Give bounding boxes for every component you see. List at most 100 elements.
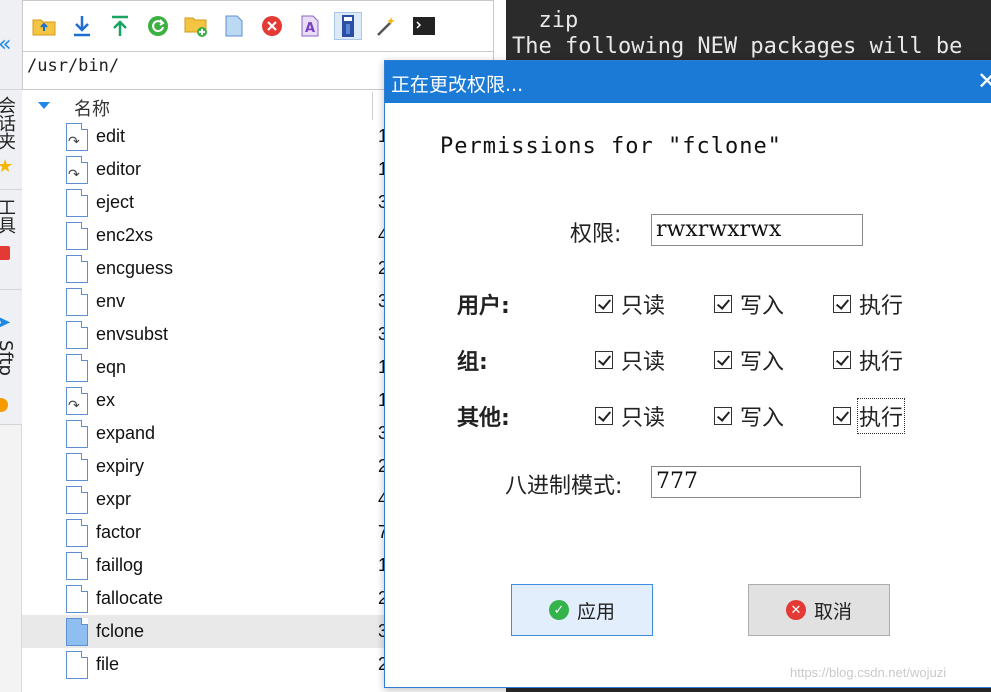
toolbox-icon [0, 246, 10, 260]
rename-icon: A [301, 15, 319, 37]
dialog-title: 正在更改权限... [391, 74, 524, 96]
checkbox-other-write[interactable]: 写入 [714, 401, 784, 431]
checkbox-user-write[interactable]: 写入 [714, 289, 784, 319]
tab-tools[interactable]: 工具 [0, 190, 22, 290]
file-name: expand [96, 423, 156, 443]
checkbox-user-read[interactable]: 只读 [595, 289, 665, 319]
checkbox-checked-icon[interactable] [833, 407, 851, 425]
column-divider[interactable] [372, 92, 373, 120]
magic-wand-button[interactable] [372, 12, 400, 40]
file-icon [66, 222, 88, 250]
checkbox-checked-icon[interactable] [833, 295, 851, 313]
checkbox-label: 只读 [621, 294, 666, 319]
cancel-button-label: 取消 [813, 600, 852, 623]
permission-string-field[interactable]: rwxrwxrwx [651, 214, 863, 246]
file-name: eject [96, 192, 135, 212]
checkbox-other-exec[interactable]: 执行 [833, 398, 906, 434]
new-file-icon [225, 15, 243, 37]
rename-button[interactable]: A [296, 12, 324, 40]
column-header-name[interactable]: 名称 [74, 95, 110, 121]
tab-sftp-label: Sftp [0, 340, 16, 376]
close-icon[interactable]: ✕ [977, 67, 991, 95]
checkbox-label: 写入 [740, 350, 785, 375]
checkbox-label: 执行 [856, 398, 906, 434]
sftp-toolbar: A [22, 0, 494, 52]
check-circle-icon: ✓ [548, 600, 569, 620]
file-name: encguess [96, 258, 174, 278]
file-name: file [96, 654, 120, 674]
file-name: envsubst [96, 324, 169, 344]
apply-button-label: 应用 [576, 600, 615, 623]
checkbox-checked-icon[interactable] [595, 407, 613, 425]
refresh-button[interactable] [144, 12, 172, 40]
file-name: ex [96, 390, 116, 410]
open-terminal-button[interactable] [410, 12, 438, 40]
cancel-button[interactable]: ✕ 取消 [748, 584, 890, 636]
parent-folder-button[interactable] [30, 12, 58, 40]
file-icon [66, 486, 88, 514]
new-folder-icon [184, 17, 207, 37]
symlink-file-icon: ↷ [66, 123, 88, 151]
file-icon [66, 255, 88, 283]
file-icon [66, 585, 88, 613]
apply-button[interactable]: ✓ 应用 [511, 584, 653, 636]
octal-mode-field[interactable]: 777 [651, 466, 861, 498]
upload-button[interactable] [106, 12, 134, 40]
sort-arrow-icon[interactable] [38, 102, 50, 109]
new-folder-button[interactable] [182, 12, 210, 40]
permissions-dialog: 正在更改权限... ✕ Permissions for "fclone" 权限:… [384, 60, 991, 688]
terminal-line: The following NEW packages will be [512, 34, 963, 59]
file-name: expiry [96, 456, 145, 476]
checkbox-group-exec[interactable]: 执行 [833, 345, 903, 375]
group-label-user: 用户: [457, 294, 510, 319]
close-circle-icon: ✕ [785, 600, 806, 620]
checkbox-checked-icon[interactable] [714, 407, 732, 425]
checkbox-label: 写入 [740, 294, 785, 319]
checkbox-checked-icon[interactable] [595, 351, 613, 369]
checkbox-group-read[interactable]: 只读 [595, 345, 665, 375]
svg-text:A: A [305, 21, 315, 36]
sftp-status-icon [0, 398, 8, 412]
checkbox-user-exec[interactable]: 执行 [833, 289, 903, 319]
download-button[interactable] [68, 12, 96, 40]
file-icon [66, 552, 88, 580]
shortcut-arrow-icon: ↷ [68, 398, 80, 414]
permissions-icon [342, 15, 354, 37]
file-icon [66, 420, 88, 448]
delete-button[interactable] [258, 12, 286, 40]
tab-sftp[interactable]: ➤ Sftp [0, 290, 22, 425]
dialog-titlebar[interactable]: 正在更改权限... ✕ [385, 61, 991, 103]
group-label-group: 组: [457, 350, 488, 375]
checkbox-other-read[interactable]: 只读 [595, 401, 665, 431]
collapse-tab[interactable]: « [0, 0, 22, 90]
checkbox-checked-icon[interactable] [714, 351, 732, 369]
checkbox-label: 执行 [859, 294, 904, 319]
sftp-client-window: « 会话夹 ★ 工具 ➤ Sftp [0, 0, 991, 692]
permissions-heading: Permissions for "fclone" [440, 134, 782, 159]
terminal-icon [413, 17, 435, 35]
file-name: enc2xs [96, 225, 154, 245]
tab-tools-label: 工具 [0, 198, 16, 234]
file-icon [66, 519, 88, 547]
checkbox-label: 执行 [859, 350, 904, 375]
symlink-file-icon: ↷ [66, 156, 88, 184]
file-icon [66, 189, 88, 217]
file-name: factor [96, 522, 142, 542]
folder-up-icon [32, 19, 56, 36]
checkbox-checked-icon[interactable] [714, 295, 732, 313]
file-name: fallocate [96, 588, 164, 608]
delete-icon [262, 16, 282, 36]
chevron-left-icon[interactable]: « [0, 32, 11, 57]
checkbox-label: 写入 [740, 406, 785, 431]
refresh-icon [148, 16, 168, 36]
tab-sessions[interactable]: 会话夹 ★ [0, 90, 22, 190]
file-icon [66, 288, 88, 316]
checkbox-checked-icon[interactable] [595, 295, 613, 313]
upload-icon [112, 15, 128, 36]
new-file-button[interactable] [220, 12, 248, 40]
checkbox-group-write[interactable]: 写入 [714, 345, 784, 375]
vertical-tab-strip: « 会话夹 ★ 工具 ➤ Sftp [0, 0, 22, 692]
group-label-other: 其他: [457, 406, 510, 431]
checkbox-checked-icon[interactable] [833, 351, 851, 369]
permissions-button[interactable] [334, 12, 362, 40]
